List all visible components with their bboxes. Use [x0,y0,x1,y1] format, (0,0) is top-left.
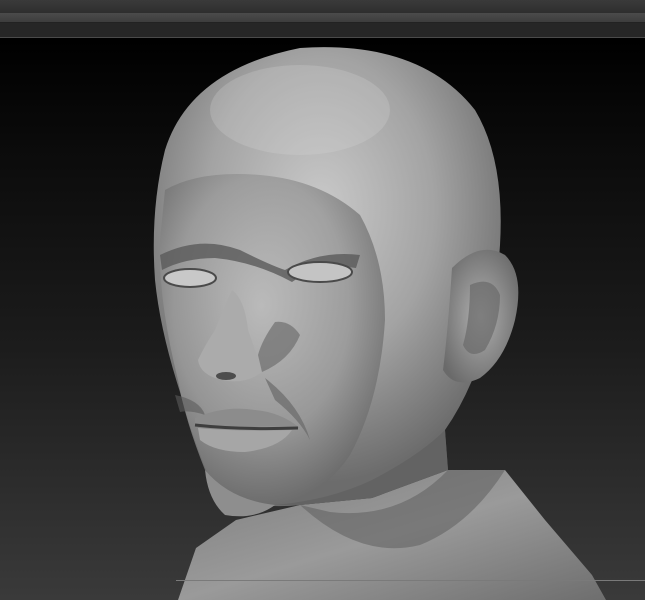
viewport-frame-edge [176,580,645,581]
sculpt-render[interactable] [0,38,645,600]
top-toolbar[interactable] [0,13,645,23]
temple-highlight [210,65,390,155]
nostril [216,372,236,380]
left-eye [163,268,217,288]
menu-strip [0,0,645,13]
sculpting-app [0,0,645,600]
right-eye [287,261,353,283]
3d-viewport[interactable] [0,38,645,600]
toolbar-separator [0,23,645,38]
